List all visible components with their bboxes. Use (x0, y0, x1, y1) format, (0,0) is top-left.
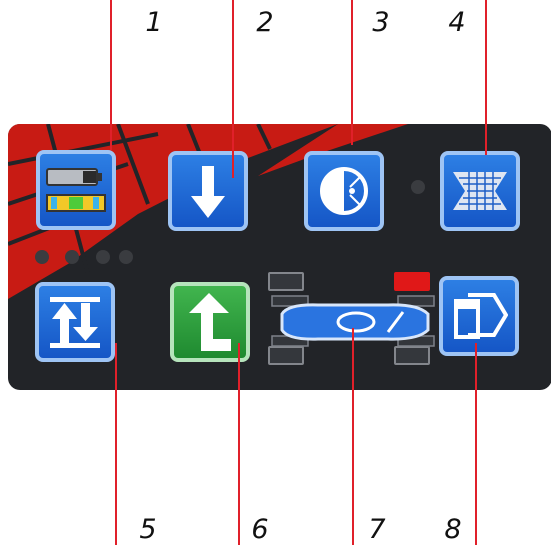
lower-button[interactable] (168, 151, 248, 231)
leader-line-1 (110, 0, 112, 150)
tread-button[interactable] (440, 151, 520, 231)
callout-8: 8 (444, 514, 462, 545)
recall-button[interactable] (304, 151, 384, 231)
status-led-3 (96, 250, 110, 264)
tire-tread-icon (453, 172, 507, 210)
leader-line-5 (115, 343, 117, 545)
status-led-1 (35, 250, 49, 264)
callout-4: 4 (448, 7, 466, 38)
status-led-top (411, 180, 425, 194)
arrow-up-icon (189, 293, 231, 351)
callout-7: 7 (368, 514, 386, 545)
raise-lower-button[interactable] (35, 282, 115, 362)
leader-line-2 (232, 0, 234, 178)
leader-line-6 (238, 343, 240, 545)
battery-and-spirit-level-icon (46, 168, 106, 212)
callout-6: 6 (251, 514, 269, 545)
arrow-down-icon (191, 166, 225, 218)
leader-line-7 (352, 328, 354, 545)
wheel-indicator-front-right (394, 272, 430, 291)
callout-2: 2 (256, 7, 274, 38)
leader-line-3 (351, 0, 353, 145)
callout-5: 5 (139, 514, 157, 545)
status-led-4 (119, 250, 133, 264)
exit-document-icon (454, 293, 508, 339)
leader-line-4 (485, 0, 487, 155)
battery-level-button[interactable] (36, 150, 116, 230)
wheel-indicator-front-left (268, 272, 304, 291)
callout-3: 3 (372, 7, 390, 38)
control-panel (8, 124, 551, 390)
exit-button[interactable] (439, 276, 519, 356)
status-led-2 (65, 250, 79, 264)
up-down-arrows-icon (50, 297, 100, 348)
leader-line-8 (475, 343, 477, 545)
callout-1: 1 (145, 7, 163, 38)
circle-arc-icon (320, 167, 368, 215)
